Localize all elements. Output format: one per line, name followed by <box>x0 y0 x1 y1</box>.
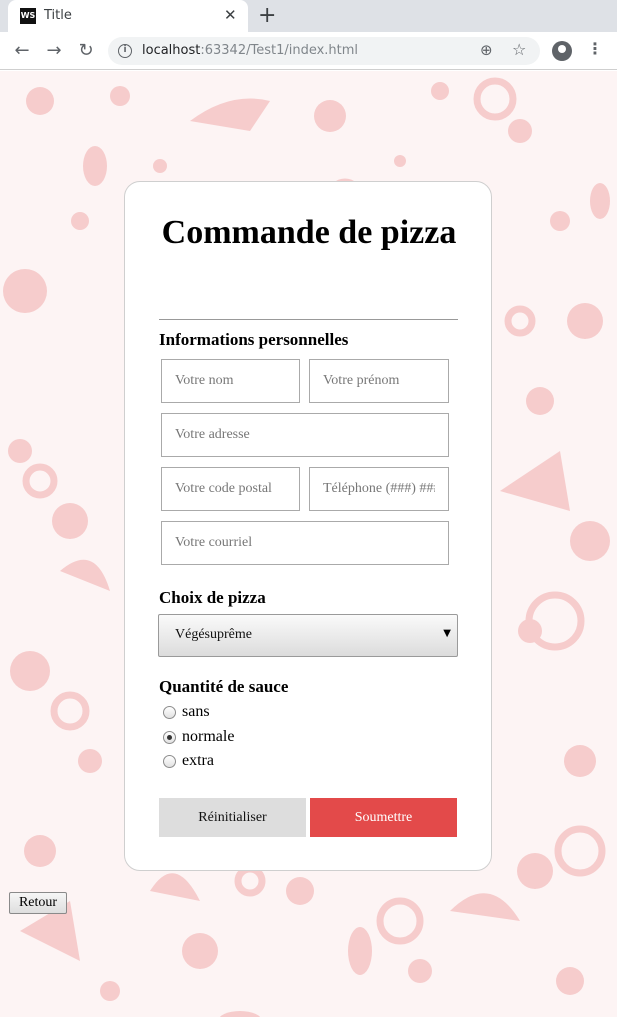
phone-field[interactable] <box>309 467 449 511</box>
sauce-quantity-heading: Quantité de sauce <box>159 677 289 696</box>
sauce-option-label: extra <box>182 752 214 769</box>
browser-tab[interactable]: WS Title ✕ <box>8 0 248 32</box>
address-field[interactable] <box>161 413 449 457</box>
url-path: :63342/Test1/index.html <box>200 43 359 58</box>
radio-button[interactable] <box>163 755 176 768</box>
page-viewport: Commande de pizza Informations personnel… <box>0 71 617 1017</box>
postal-code-field[interactable] <box>161 467 300 511</box>
forward-arrow-icon[interactable]: → <box>42 39 66 63</box>
close-tab-icon[interactable]: ✕ <box>224 6 237 24</box>
name-field[interactable] <box>161 359 300 403</box>
address-bar[interactable]: i localhost:63342/Test1/index.html ⊕ ☆ <box>108 37 540 65</box>
firstname-field[interactable] <box>309 359 449 403</box>
pizza-select-value: Végésuprême <box>175 627 252 642</box>
reload-icon[interactable]: ↻ <box>74 39 98 63</box>
page-title: Commande de pizza <box>161 214 457 251</box>
reset-button[interactable]: Réinitialiser <box>159 798 306 837</box>
email-field[interactable] <box>161 521 449 565</box>
sauce-option-label: normale <box>182 728 235 745</box>
url-text[interactable]: localhost:63342/Test1/index.html <box>142 43 358 58</box>
dropdown-arrow-icon: ▼ <box>443 628 451 639</box>
radio-button-checked[interactable] <box>163 731 176 744</box>
favicon-icon: WS <box>20 8 36 24</box>
zoom-icon[interactable]: ⊕ <box>480 41 493 59</box>
submit-button[interactable]: Soumettre <box>310 798 457 837</box>
back-button[interactable]: Retour <box>9 892 67 914</box>
radio-button[interactable] <box>163 706 176 719</box>
pizza-order-form: Commande de pizza Informations personnel… <box>124 181 492 871</box>
pizza-choice-heading: Choix de pizza <box>159 588 266 607</box>
sauce-option-label: sans <box>182 703 210 720</box>
info-icon[interactable]: i <box>118 44 132 58</box>
personal-info-heading: Informations personnelles <box>159 330 349 349</box>
star-icon[interactable]: ☆ <box>512 40 526 59</box>
browser-tabstrip: WS Title ✕ + <box>0 0 617 32</box>
back-arrow-icon[interactable]: ← <box>10 39 34 63</box>
new-tab-icon[interactable]: + <box>258 3 276 28</box>
menu-icon[interactable]: ⋮ <box>587 39 603 58</box>
tab-title: Title <box>44 8 72 23</box>
url-host: localhost <box>142 43 201 58</box>
account-icon[interactable] <box>552 41 572 61</box>
browser-toolbar: ← → ↻ i localhost:63342/Test1/index.html… <box>0 32 617 70</box>
title-divider <box>159 319 458 320</box>
pizza-select[interactable]: Végésuprême ▼ <box>158 614 458 657</box>
